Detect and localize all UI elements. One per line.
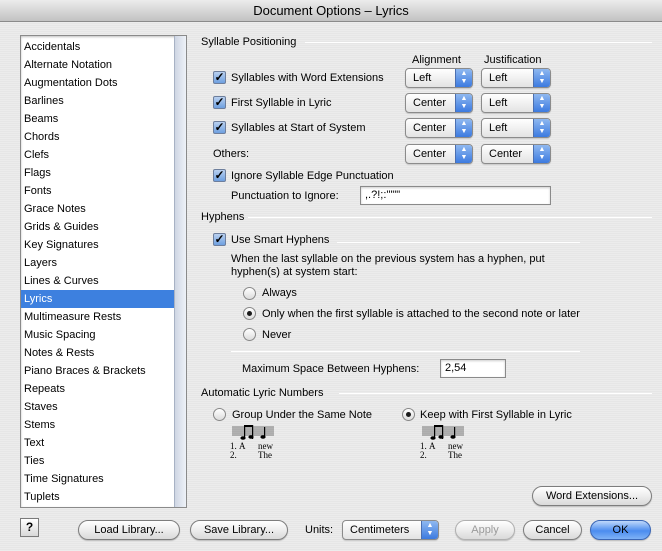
hyphen-never-label: Never [262,329,292,341]
lyric-number-2: 2. [420,450,427,460]
sidebar-item-grace-notes[interactable]: Grace Notes [21,200,175,218]
hyphen-second-note-radio[interactable] [243,307,256,320]
divider [305,42,652,43]
sidebar-item-ties[interactable]: Ties [21,452,175,470]
start-of-system-label: Syllables at Start of System [231,122,366,134]
group-under-note-radio[interactable] [213,408,226,421]
popup-arrows-icon: ▲ ▼ [455,69,472,87]
smart-hyphens-label: Use Smart Hyphens [231,234,330,246]
sidebar-item-multimeasure-rests[interactable]: Multimeasure Rests [21,308,175,326]
hyphen-second-note-label: Only when the first syllable is attached… [262,308,580,320]
sidebar-item-barlines[interactable]: Barlines [21,92,175,110]
others-alignment-popup[interactable]: Center ▲ ▼ [405,144,473,164]
popup-arrows-icon: ▲ ▼ [533,145,550,163]
sidebar-item-stems[interactable]: Stems [21,416,175,434]
divider [337,242,580,243]
punctuation-to-ignore-label: Punctuation to Ignore: [231,190,339,202]
category-list[interactable]: Accidentals Alternate Notation Augmentatio… [20,35,187,508]
popup-arrows-icon: ▲ ▼ [455,145,472,163]
sidebar-item-beams[interactable]: Beams [21,110,175,128]
justification-header: Justification [484,54,542,66]
punctuation-to-ignore-field[interactable]: ,.?!;:'""" [360,186,551,205]
sidebar-item-grids-guides[interactable]: Grids & Guides [21,218,175,236]
sidebar-item-flags[interactable]: Flags [21,164,175,182]
others-label: Others: [213,148,250,160]
sidebar-item-alternate-notation[interactable]: Alternate Notation [21,56,175,74]
first-syllable-justification-popup[interactable]: Left ▲ ▼ [481,93,551,113]
auto-numbers-label: Automatic Lyric Numbers [201,387,324,399]
popup-arrows-icon: ▲ ▼ [533,69,550,87]
sidebar-item-layers[interactable]: Layers [21,254,175,272]
divider [248,217,652,218]
sidebar-item-augmentation-dots[interactable]: Augmentation Dots [21,74,175,92]
group-under-example: 1. A new 2. The [230,425,290,465]
popup-arrows-icon: ▲ ▼ [455,119,472,137]
keep-with-first-label: Keep with First Syllable in Lyric [420,409,572,421]
group-under-note-label: Group Under the Same Note [232,409,373,421]
window-title: Document Options – Lyrics [0,0,662,22]
sidebar-item-music-spacing[interactable]: Music Spacing [21,326,175,344]
units-popup[interactable]: Centimeters ▲ ▼ [342,520,439,540]
word-extensions-checkbox[interactable]: ✓ [213,71,226,84]
hyphen-always-label: Always [262,287,297,299]
sidebar-item-time-signatures[interactable]: Time Signatures [21,470,175,488]
first-syllable-alignment-popup[interactable]: Center ▲ ▼ [405,93,473,113]
lyric-word-the: The [258,450,272,460]
sidebar-item-chords[interactable]: Chords [21,128,175,146]
save-library-button[interactable]: Save Library... [190,520,288,540]
word-extensions-label: Syllables with Word Extensions [231,72,384,84]
hyphen-always-radio[interactable] [243,287,256,300]
smart-hyphens-checkbox[interactable]: ✓ [213,233,226,246]
lyric-word-a: A [429,441,436,451]
ignore-punctuation-checkbox[interactable]: ✓ [213,169,226,182]
load-library-button[interactable]: Load Library... [78,520,180,540]
keep-with-first-example: 1. A new 2. The [420,425,480,465]
sidebar-item-text[interactable]: Text [21,434,175,452]
sidebar-item-notes-rests[interactable]: Notes & Rests [21,344,175,362]
start-of-system-checkbox[interactable]: ✓ [213,121,226,134]
sidebar-item-staves[interactable]: Staves [21,398,175,416]
sidebar-item-accidentals[interactable]: Accidentals [21,38,175,56]
sidebar-item-lines-curves[interactable]: Lines & Curves [21,272,175,290]
help-button[interactable]: ? [20,518,39,537]
first-syllable-checkbox[interactable]: ✓ [213,96,226,109]
sidebar-item-tuplets[interactable]: Tuplets [21,488,175,506]
sidebar-item-lyrics[interactable]: Lyrics [21,290,175,308]
sidebar-item-piano-braces-brackets[interactable]: Piano Braces & Brackets [21,362,175,380]
start-of-system-justification-popup[interactable]: Left ▲ ▼ [481,118,551,138]
sidebar-item-fonts[interactable]: Fonts [21,182,175,200]
word-extensions-alignment-popup[interactable]: Left ▲ ▼ [405,68,473,88]
popup-arrows-icon: ▲ ▼ [533,94,550,112]
syllable-positioning-label: Syllable Positioning [201,36,297,48]
list-scrollbar[interactable] [174,36,186,507]
units-label: Units: [305,524,334,536]
lyric-word-a: A [239,441,246,451]
max-space-label: Maximum Space Between Hyphens: [242,363,420,375]
apply-button[interactable]: Apply [455,520,515,540]
word-extensions-button[interactable]: Word Extensions... [532,486,652,506]
sidebar-item-clefs[interactable]: Clefs [21,146,175,164]
alignment-header: Alignment [412,54,461,66]
keep-with-first-radio[interactable] [402,408,415,421]
cancel-button[interactable]: Cancel [523,520,582,540]
sidebar-item-key-signatures[interactable]: Key Signatures [21,236,175,254]
popup-arrows-icon: ▲ ▼ [455,94,472,112]
hyphens-label: Hyphens [201,211,245,223]
popup-arrows-icon: ▲ ▼ [421,521,438,539]
word-extensions-justification-popup[interactable]: Left ▲ ▼ [481,68,551,88]
ok-button[interactable]: OK [590,520,651,540]
first-syllable-label: First Syllable in Lyric [231,97,332,109]
max-space-field[interactable]: 2,54 [440,359,506,378]
hyphens-description: When the last syllable on the previous s… [231,253,545,278]
others-justification-popup[interactable]: Center ▲ ▼ [481,144,551,164]
divider [231,351,580,352]
divider [339,393,652,394]
popup-arrows-icon: ▲ ▼ [533,119,550,137]
hyphen-never-radio[interactable] [243,328,256,341]
lyric-number-2: 2. [230,450,237,460]
sidebar-item-repeats[interactable]: Repeats [21,380,175,398]
ignore-punctuation-label: Ignore Syllable Edge Punctuation [231,170,394,182]
lyric-word-the: The [448,450,462,460]
start-of-system-alignment-popup[interactable]: Center ▲ ▼ [405,118,473,138]
